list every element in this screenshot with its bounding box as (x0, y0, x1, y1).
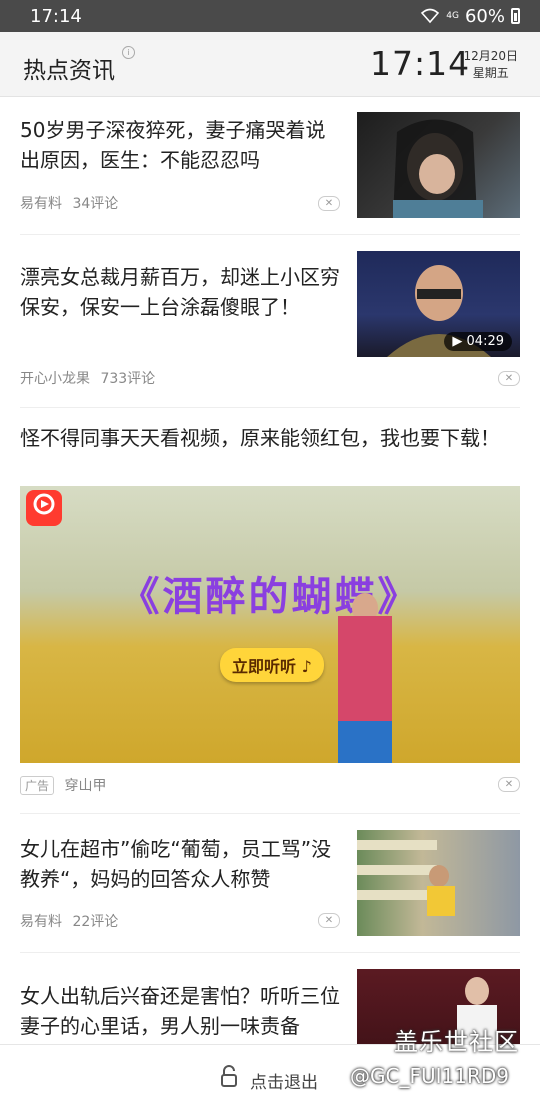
ad-item[interactable]: 怪不得同事天天看视频，原来能领红包，我也要下载！ 《酒醉的蝴蝶》 立即听听 ♪ … (20, 408, 520, 814)
close-icon[interactable]: ✕ (318, 196, 340, 211)
news-thumbnail (357, 830, 520, 936)
news-title: 女人出轨后兴奋还是害怕？听听三位妻子的心里话，男人别一味责备 (20, 984, 340, 1038)
listen-button-label: 立即听听 (232, 657, 297, 676)
header: 热点资讯 i 17:14 12月20日 星期五 (0, 32, 540, 97)
ad-image[interactable]: 《酒醉的蝴蝶》 立即听听 ♪ (20, 486, 520, 763)
news-comments: 22评论 (72, 914, 119, 930)
status-time: 17:14 (30, 5, 82, 27)
listen-button[interactable]: 立即听听 ♪ (220, 648, 324, 682)
wifi-icon (421, 8, 440, 24)
battery-icon (511, 8, 520, 24)
battery-label: 60% (464, 5, 505, 27)
news-item[interactable]: 50岁男子深夜猝死，妻子痛哭着说出原因，医生：不能忍忍吗 易有料 34评论 ✕ (20, 97, 520, 235)
header-time: 17:14 (370, 44, 471, 83)
news-thumbnail (357, 112, 520, 218)
status-bar: 17:14 4G 60% (0, 0, 540, 32)
close-icon[interactable]: ✕ (318, 913, 340, 928)
date-label: 12月20日 (463, 49, 518, 63)
news-source: 易有料 (20, 914, 62, 930)
news-item[interactable]: 女儿在超市”偷吃“葡萄，员工骂”没教养“，妈妈的回答众人称赞 易有料 22评论 … (20, 814, 520, 953)
info-icon[interactable]: i (122, 46, 135, 59)
exit-button[interactable]: 点击退出 (250, 1068, 318, 1093)
play-icon: ▶ (452, 334, 463, 349)
news-comments: 733评论 (100, 371, 156, 387)
ad-headline: 《酒醉的蝴蝶》 (119, 574, 421, 620)
news-title: 漂亮女总裁月薪百万，却迷上小区穷保安，保安一上台涂磊傻眼了！ (20, 265, 340, 319)
news-title: 女儿在超市”偷吃“葡萄，员工骂”没教养“，妈妈的回答众人称赞 (20, 837, 332, 891)
video-duration-badge: ▶ 04:29 (444, 332, 512, 351)
header-date: 12月20日 星期五 (463, 48, 518, 82)
news-meta: 开心小龙果 733评论 (20, 368, 155, 388)
lock-icon[interactable] (220, 1065, 238, 1087)
news-thumbnail[interactable]: ▶ 04:29 (357, 251, 520, 357)
thumbnail-image (393, 119, 483, 218)
ad-tag: 广告 (20, 776, 55, 795)
app-logo-icon (26, 490, 62, 526)
ad-source: 穿山甲 (64, 778, 107, 794)
news-meta: 易有料 22评论 (20, 911, 118, 931)
close-icon[interactable]: ✕ (498, 371, 520, 386)
watermark-user: @GC_FUI11RD9 (350, 1064, 509, 1088)
ad-figure (338, 593, 392, 763)
page-title: 热点资讯 (23, 58, 115, 84)
video-duration: 04:29 (466, 334, 504, 349)
weekday-label: 星期五 (472, 66, 509, 80)
status-icons: 4G 60% (420, 6, 520, 27)
network-label: 4G (446, 11, 459, 21)
news-source: 开心小龙果 (20, 371, 90, 387)
news-source: 易有料 (20, 196, 62, 212)
ad-title: 怪不得同事天天看视频，原来能领红包，我也要下载！ (20, 426, 500, 450)
watermark-site: 盖乐世社区 (394, 1028, 519, 1056)
news-comments: 34评论 (72, 196, 119, 212)
music-note-icon: ♪ (301, 657, 312, 676)
close-icon[interactable]: ✕ (498, 777, 520, 792)
news-title: 50岁男子深夜猝死，妻子痛哭着说出原因，医生：不能忍忍吗 (20, 118, 326, 172)
news-meta: 易有料 34评论 (20, 193, 118, 213)
thumbnail-image (357, 840, 455, 916)
news-item[interactable]: 漂亮女总裁月薪百万，却迷上小区穷保安，保安一上台涂磊傻眼了！ 开心小龙果 733… (20, 235, 520, 408)
ad-meta: 广告 穿山甲 (20, 775, 106, 795)
